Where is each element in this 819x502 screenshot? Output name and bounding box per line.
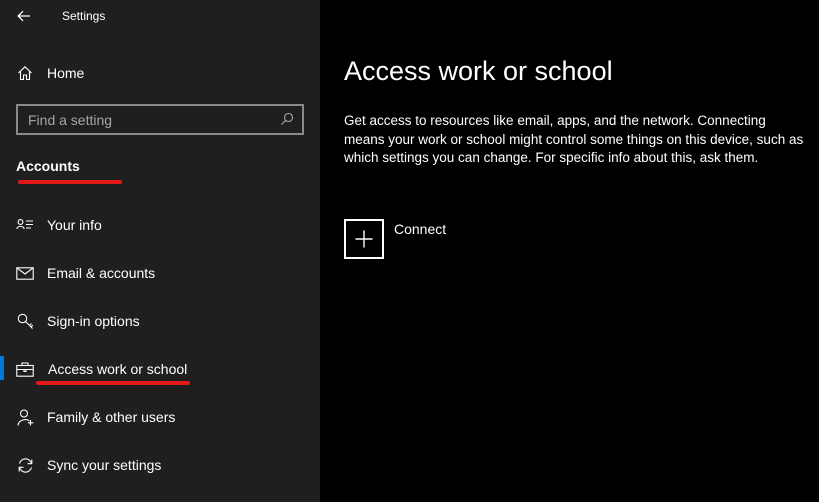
back-button[interactable] (12, 5, 36, 27)
sidebar-item-email-accounts[interactable]: Email & accounts (0, 253, 320, 293)
section-heading: Accounts (16, 158, 80, 174)
search-box (16, 104, 304, 135)
page-description: Get access to resources like email, apps… (344, 113, 804, 165)
back-arrow-icon (17, 10, 30, 22)
home-icon (16, 64, 34, 82)
sidebar-item-label: Home (47, 65, 85, 81)
sidebar-item-label: Your info (47, 217, 102, 233)
sidebar-item-label: Access work or school (48, 361, 188, 377)
sidebar-item-sign-in-options[interactable]: Sign-in options (0, 301, 320, 341)
key-icon (16, 312, 34, 330)
mail-icon (16, 264, 34, 282)
add-person-icon (16, 408, 34, 426)
connect-label[interactable]: Connect (394, 221, 446, 237)
red-annotation-underline (36, 381, 190, 385)
sidebar-item-label: Family & other users (47, 409, 176, 425)
sidebar-item-your-info[interactable]: Your info (0, 205, 320, 245)
red-annotation-underline (18, 180, 122, 184)
sidebar-item-home[interactable]: Home (0, 53, 320, 93)
sidebar-item-label: Email & accounts (47, 265, 156, 281)
sidebar-item-label: Sync your settings (47, 457, 162, 473)
plus-icon (355, 230, 373, 248)
briefcase-icon (16, 360, 34, 378)
title-bar: Settings (0, 0, 320, 34)
connect-button[interactable] (344, 219, 384, 259)
search-input[interactable] (18, 106, 273, 133)
contact-info-icon (16, 216, 34, 234)
sidebar-item-sync-settings[interactable]: Sync your settings (0, 445, 320, 485)
sync-icon (16, 456, 34, 474)
page-title: Access work or school (344, 56, 613, 86)
sidebar-item-family-other-users[interactable]: Family & other users (0, 397, 320, 437)
sidebar: Settings Home Accounts Your info (0, 0, 320, 502)
sidebar-item-label: Sign-in options (47, 313, 140, 329)
search-icon[interactable] (280, 112, 294, 126)
main-content: Access work or school Get access to reso… (320, 0, 819, 502)
app-title: Settings (62, 9, 106, 23)
